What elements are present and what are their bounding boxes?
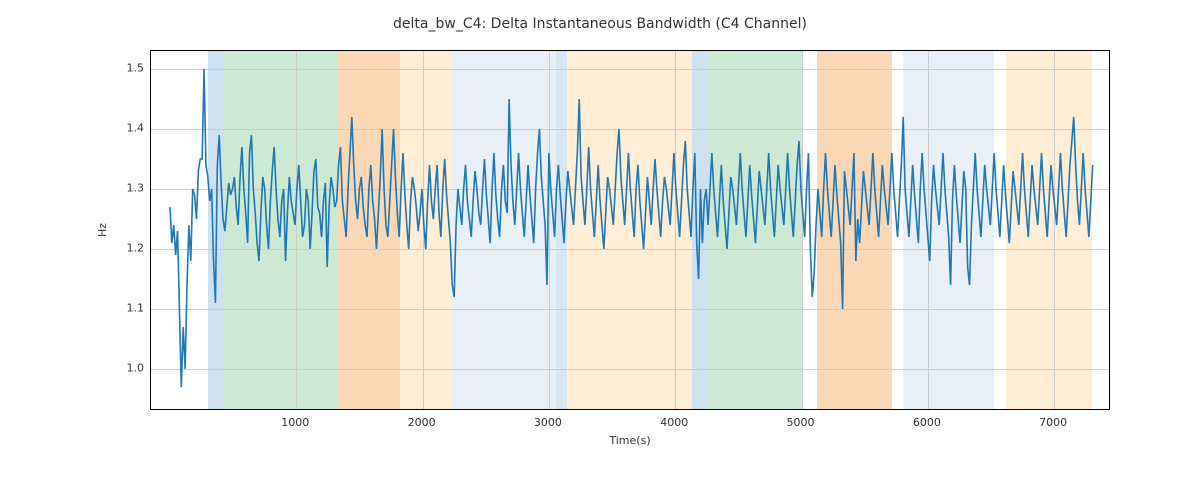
x-tick-label: 4000 (660, 416, 688, 429)
x-axis-label: Time(s) (150, 434, 1110, 447)
figure: delta_bw_C4: Delta Instantaneous Bandwid… (0, 0, 1200, 500)
y-tick-label: 1.0 (120, 362, 144, 375)
x-tick-label: 2000 (408, 416, 436, 429)
y-tick-label: 1.1 (120, 302, 144, 315)
y-tick-label: 1.2 (120, 242, 144, 255)
x-tick-label: 7000 (1039, 416, 1067, 429)
y-tick-label: 1.4 (120, 122, 144, 135)
x-tick-label: 1000 (281, 416, 309, 429)
y-axis-label: Hz (96, 50, 110, 410)
x-tick-label: 5000 (787, 416, 815, 429)
y-tick-label: 1.3 (120, 182, 144, 195)
x-tick-label: 3000 (534, 416, 562, 429)
y-tick-label: 1.5 (120, 62, 144, 75)
plot-axes (150, 50, 1110, 410)
chart-title: delta_bw_C4: Delta Instantaneous Bandwid… (0, 16, 1200, 32)
series-line-delta-bw-c4 (170, 69, 1093, 387)
x-tick-label: 6000 (913, 416, 941, 429)
line-series-layer (151, 51, 1109, 409)
